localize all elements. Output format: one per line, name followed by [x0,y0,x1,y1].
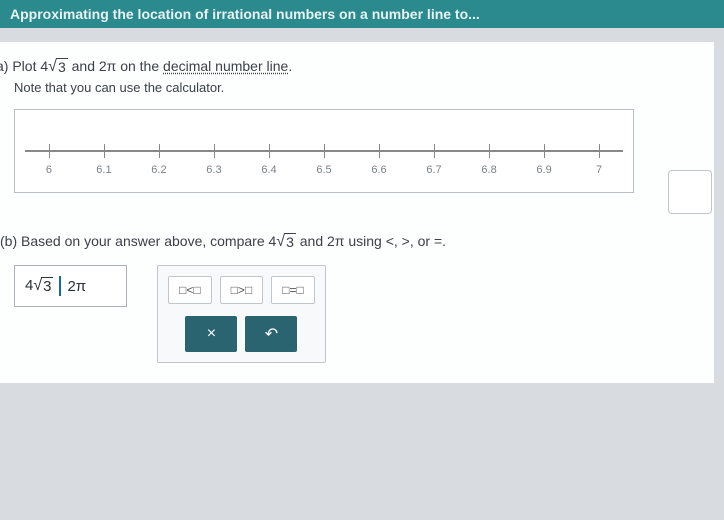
tick [104,144,105,158]
undo-button[interactable]: ↶ [245,316,297,352]
tick-label: 6 [46,164,52,176]
part-a-prompt: a) Plot 4√3 and 2π on the decimal number… [0,58,698,76]
less-than-button[interactable]: □<□ [168,276,212,304]
tick [379,144,380,158]
tick-label: 6.9 [536,164,551,176]
tick [544,144,545,158]
part-b-prompt: (b) Based on your answer above, compare … [0,233,698,251]
number-line-box[interactable]: 6 6.1 6.2 6.3 6.4 6.5 6.6 6.7 6.8 6.9 7 [14,109,634,193]
tick [269,144,270,158]
clear-button[interactable]: × [185,316,237,352]
tick [324,144,325,158]
tick [489,144,490,158]
header-title: Approximating the location of irrational… [10,6,480,22]
tick-label: 6.8 [481,164,496,176]
part-a-subtext: Note that you can use the calculator. [14,80,698,95]
radicand: 3 [284,233,296,250]
operator-row: □<□ □>□ □=□ [168,276,315,304]
tick [49,144,50,158]
coef: 4 [25,277,33,294]
tick-label: 6.2 [151,164,166,176]
tick [434,144,435,158]
tick [214,144,215,158]
coef: 4 [269,233,277,249]
tick-label: 6.3 [206,164,221,176]
text: Plot [12,58,40,74]
part-b-marker: (b) [0,233,17,249]
part-a-marker: a) [0,58,8,74]
text: and 2π on the [68,58,163,74]
radicand: 3 [41,277,53,295]
operator-panel: □<□ □>□ □=□ × ↶ [157,265,326,363]
content-area: a) Plot 4√3 and 2π on the decimal number… [0,42,714,383]
coef: 4 [40,58,48,74]
tick-label: 6.7 [426,164,441,176]
answer-left: 4√3 [25,277,53,295]
calculator-button[interactable] [668,170,712,214]
text: . [288,58,292,74]
number-line[interactable]: 66.16.26.36.46.56.66.76.86.97 [25,150,623,152]
page-header: Approximating the location of irrational… [0,0,724,28]
answer-input[interactable]: 4√3 2π [14,265,127,307]
text-cursor [59,276,61,296]
tick-label: 6.5 [316,164,331,176]
tick-label: 6.4 [261,164,276,176]
tick [599,144,600,158]
tick-label: 7 [596,164,602,176]
radicand: 3 [56,58,68,75]
x-icon: × [207,325,216,343]
answer-row: 4√3 2π □<□ □>□ □=□ × ↶ [14,265,698,363]
tick [159,144,160,158]
action-row: × ↶ [168,316,315,352]
expr-4sqrt3: 4√3 [269,233,296,251]
greater-than-button[interactable]: □>□ [220,276,264,304]
equals-button[interactable]: □=□ [271,276,315,304]
answer-right: 2π [67,278,86,295]
expr-4sqrt3: 4√3 [40,58,67,76]
tick-label: 6.6 [371,164,386,176]
tick-label: 6.1 [96,164,111,176]
text: and 2π using <, >, or =. [296,233,446,249]
decimal-number-line-link[interactable]: decimal number line [163,58,288,74]
undo-icon: ↶ [265,324,278,344]
text: Based on your answer above, compare [17,233,268,249]
